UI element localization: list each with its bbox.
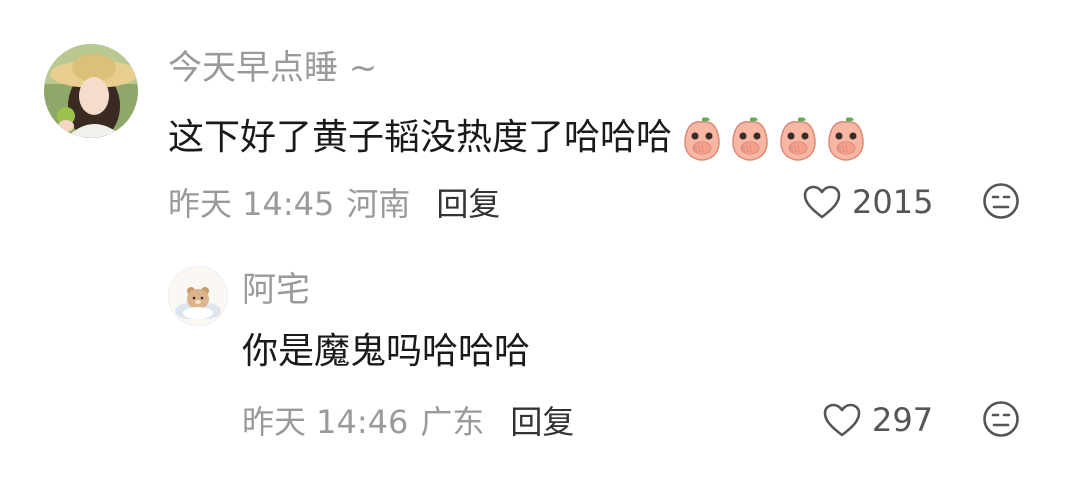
comment-time: 昨天 14:46 (242, 403, 409, 441)
peach-cover-mouth-emoji (684, 117, 720, 161)
emoji-row (680, 114, 868, 162)
neutral-face-icon[interactable] (982, 182, 1020, 220)
comment-text: 这下好了黄子韬没热度了哈哈哈 (168, 114, 868, 162)
like-count: 297 (872, 401, 934, 439)
like-button[interactable]: 2015 (802, 182, 933, 222)
reply-button[interactable]: 回复 (436, 184, 500, 224)
neutral-face-icon[interactable] (982, 400, 1020, 438)
reply-button[interactable]: 回复 (510, 402, 574, 442)
like-button[interactable]: 297 (822, 400, 933, 440)
comment-meta: 昨天 14:45 河南 回复 (168, 184, 500, 224)
heart-outline-icon (803, 185, 841, 219)
avatar[interactable] (168, 266, 228, 326)
like-count: 2015 (852, 183, 934, 221)
comment-meta: 昨天 14:46 广东 回复 (242, 402, 574, 442)
comment-body: 这下好了黄子韬没热度了哈哈哈 (168, 117, 673, 158)
heart-outline-icon (823, 403, 861, 437)
comment-text: 你是魔鬼吗哈哈哈 (242, 331, 531, 372)
peach-cover-mouth-emoji (828, 117, 864, 161)
comment-username[interactable]: 今天早点睡 ~ (168, 48, 377, 88)
peach-cover-mouth-emoji (780, 117, 816, 161)
comment-location: 广东 (420, 403, 485, 441)
comment-location: 河南 (346, 185, 411, 223)
peach-cover-mouth-emoji (732, 117, 768, 161)
avatar[interactable] (44, 44, 138, 138)
comment-username[interactable]: 阿宅 (242, 270, 310, 310)
comment-time: 昨天 14:45 (168, 185, 335, 223)
